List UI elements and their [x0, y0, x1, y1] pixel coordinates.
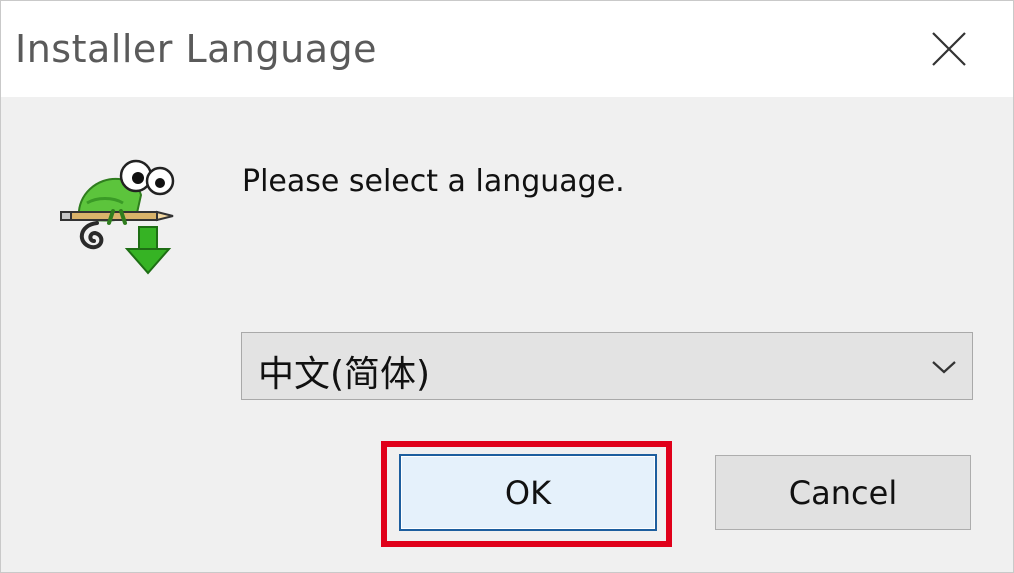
- installer-language-dialog: Installer Language Please select a langu…: [0, 0, 1014, 573]
- language-dropdown[interactable]: 中文(简体): [241, 332, 973, 400]
- notepad-plus-plus-installer-icon: [57, 151, 181, 277]
- close-button[interactable]: [919, 21, 979, 77]
- select-language-prompt: Please select a language.: [242, 164, 625, 199]
- ok-button[interactable]: OK: [399, 454, 657, 531]
- title-bar: Installer Language: [1, 1, 1013, 97]
- window-title: Installer Language: [15, 27, 378, 71]
- chevron-down-icon: [932, 361, 956, 374]
- language-dropdown-value: 中文(简体): [258, 354, 431, 395]
- close-icon: [932, 32, 966, 66]
- cancel-button[interactable]: Cancel: [715, 455, 971, 530]
